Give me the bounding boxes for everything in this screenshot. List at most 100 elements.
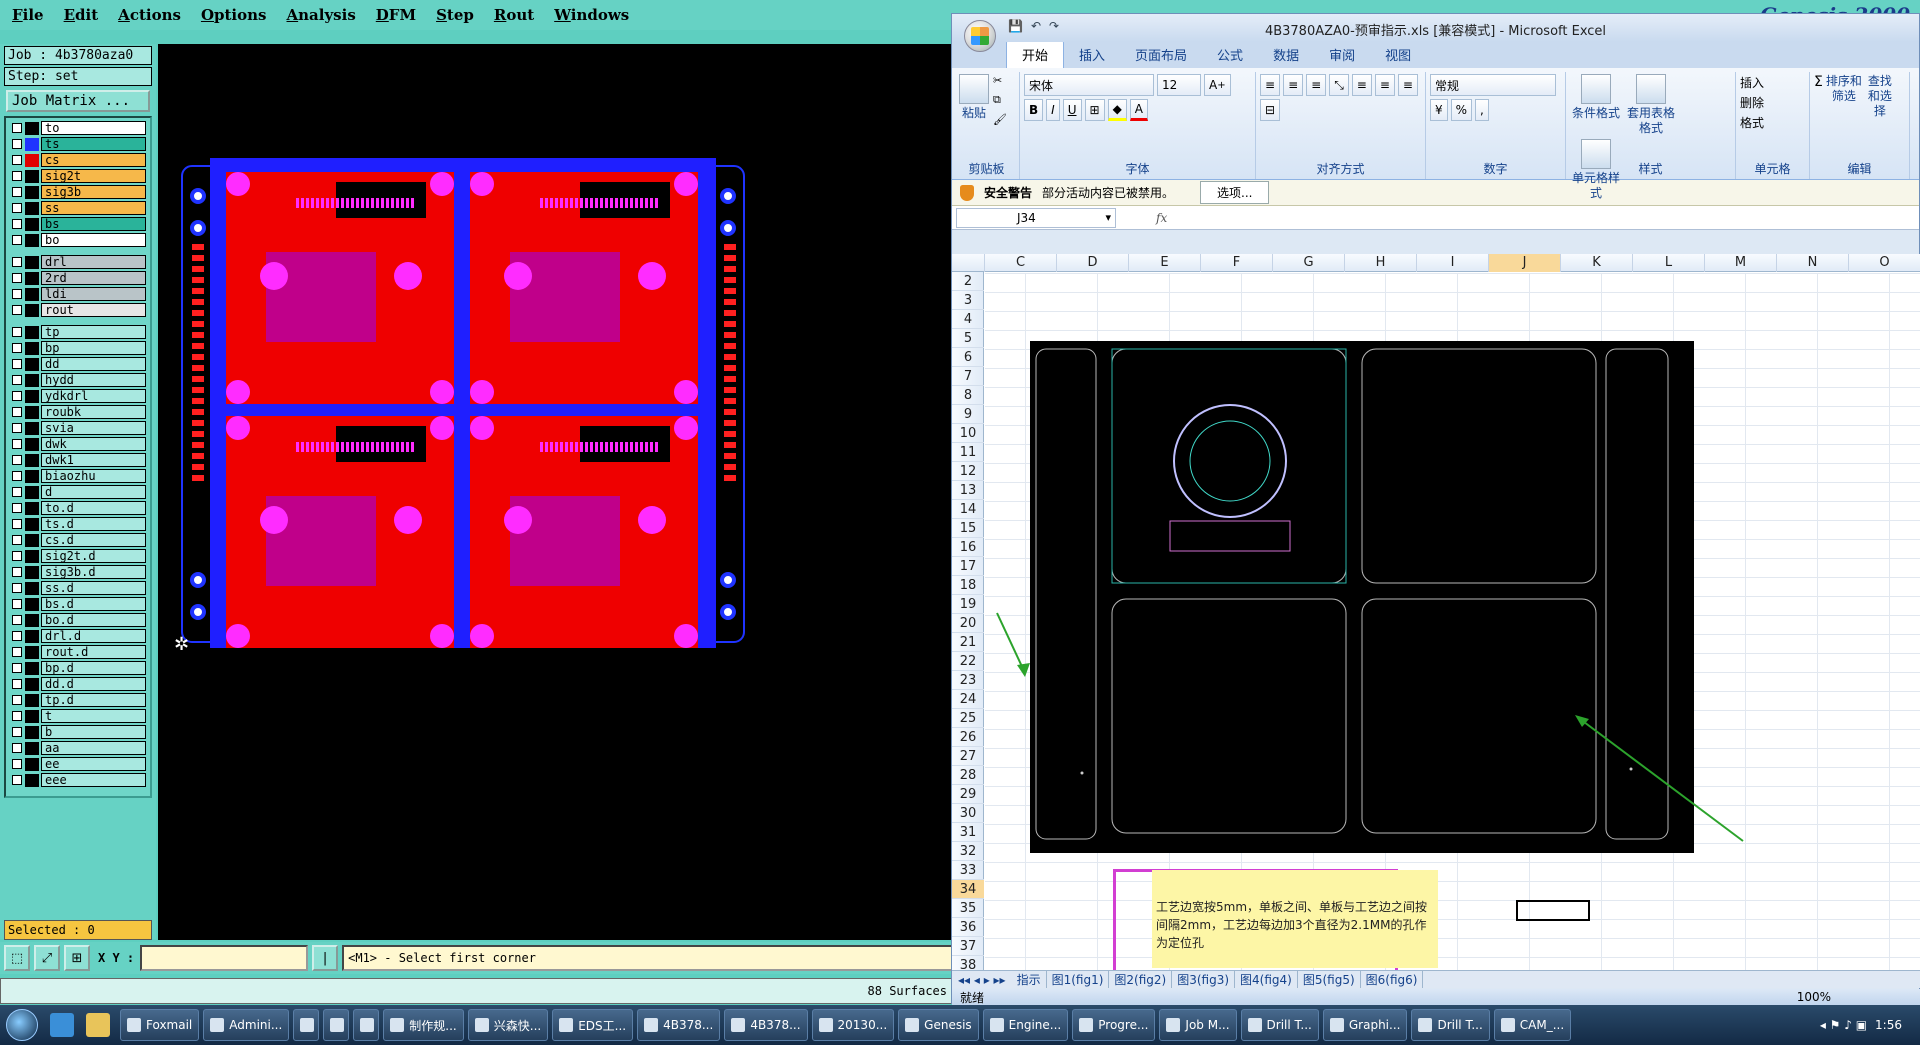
row-header[interactable]: 5 [952, 329, 984, 348]
layer-color-swatch[interactable] [25, 389, 39, 403]
layer-name[interactable]: to [41, 121, 146, 135]
layer-color-swatch[interactable] [25, 437, 39, 451]
menu-step[interactable]: Step [436, 6, 474, 24]
layer-checkbox[interactable] [12, 359, 22, 369]
conditional-format-button[interactable]: 条件格式 [1570, 74, 1622, 136]
layer-color-swatch[interactable] [25, 341, 39, 355]
align-middle-icon[interactable]: ≡ [1283, 74, 1304, 96]
sheet-tab-3[interactable]: 图2(fig2) [1109, 971, 1173, 988]
tab-data[interactable]: 数据 [1258, 41, 1314, 68]
layer-color-swatch[interactable] [25, 693, 39, 707]
layer-row[interactable]: cs.d [8, 532, 148, 548]
layer-color-swatch[interactable] [25, 741, 39, 755]
layer-name[interactable]: bs.d [41, 597, 146, 611]
layer-checkbox[interactable] [12, 487, 22, 497]
layer-name[interactable]: rout.d [41, 645, 146, 659]
underline-button[interactable]: U [1062, 99, 1082, 121]
layer-row[interactable]: roubk [8, 404, 148, 420]
align-top-icon[interactable]: ≡ [1260, 74, 1281, 96]
layer-color-swatch[interactable] [25, 169, 39, 183]
layer-color-swatch[interactable] [25, 121, 39, 135]
sheet-nav-icon[interactable]: ◂◂ ◂ ▸ ▸▸ [952, 973, 1012, 987]
orientation-icon[interactable]: ⤡ [1329, 74, 1349, 96]
layer-name[interactable]: rout [41, 303, 146, 317]
layer-name[interactable]: ts [41, 137, 146, 151]
layer-checkbox[interactable] [12, 139, 22, 149]
row-header[interactable]: 14 [952, 500, 984, 519]
layer-name[interactable]: 2rd [41, 271, 146, 285]
layer-name[interactable]: dd [41, 357, 146, 371]
currency-icon[interactable]: ¥ [1430, 99, 1448, 121]
delete-cells-button[interactable]: 删除 [1740, 94, 1764, 111]
layer-row[interactable]: tp.d [8, 692, 148, 708]
taskbar-button[interactable]: Drill T... [1240, 1009, 1319, 1041]
layer-name[interactable]: dd.d [41, 677, 146, 691]
layer-name[interactable]: bo.d [41, 613, 146, 627]
layer-checkbox[interactable] [12, 615, 22, 625]
layer-color-swatch[interactable] [25, 709, 39, 723]
layer-checkbox[interactable] [12, 743, 22, 753]
layer-name[interactable]: dwk1 [41, 453, 146, 467]
layer-color-swatch[interactable] [25, 533, 39, 547]
layer-color-swatch[interactable] [25, 517, 39, 531]
layer-row[interactable]: t [8, 708, 148, 724]
layer-color-swatch[interactable] [25, 357, 39, 371]
row-header[interactable]: 38 [952, 956, 984, 970]
grid-icon[interactable]: ⊞ [64, 945, 90, 971]
row-header[interactable]: 4 [952, 310, 984, 329]
menu-analysis[interactable]: Analysis [287, 6, 356, 24]
snap-icon[interactable]: | [312, 945, 339, 971]
layer-name[interactable]: sig3b [41, 185, 146, 199]
layer-row[interactable]: ss.d [8, 580, 148, 596]
layer-color-swatch[interactable] [25, 757, 39, 771]
column-header[interactable]: D [1057, 254, 1129, 272]
font-color-icon[interactable]: A [1129, 99, 1149, 121]
menu-windows[interactable]: Windows [554, 6, 629, 24]
layer-row[interactable]: b [8, 724, 148, 740]
layer-name[interactable]: bo [41, 233, 146, 247]
row-header[interactable]: 26 [952, 728, 984, 747]
layer-color-swatch[interactable] [25, 405, 39, 419]
layer-name[interactable]: sig2t.d [41, 549, 146, 563]
layer-checkbox[interactable] [12, 727, 22, 737]
row-header[interactable]: 6 [952, 348, 984, 367]
row-header[interactable]: 3 [952, 291, 984, 310]
fx-icon[interactable]: fx [1156, 211, 1167, 225]
column-header[interactable]: E [1129, 254, 1201, 272]
row-header[interactable]: 36 [952, 918, 984, 937]
start-button[interactable] [0, 1005, 44, 1045]
layer-row[interactable]: hydd [8, 372, 148, 388]
taskbar-button[interactable]: Progre... [1072, 1009, 1156, 1041]
layer-color-swatch[interactable] [25, 485, 39, 499]
row-header[interactable]: 35 [952, 899, 984, 918]
explorer-icon[interactable] [86, 1013, 110, 1037]
layer-checkbox[interactable] [12, 203, 22, 213]
row-header[interactable]: 29 [952, 785, 984, 804]
layer-checkbox[interactable] [12, 375, 22, 385]
layer-checkbox[interactable] [12, 471, 22, 481]
layer-row[interactable]: ydkdrl [8, 388, 148, 404]
layer-checkbox[interactable] [12, 123, 22, 133]
layer-color-swatch[interactable] [25, 661, 39, 675]
layer-name[interactable]: bp.d [41, 661, 146, 675]
layer-row[interactable]: bs [8, 216, 148, 232]
layer-name[interactable]: eee [41, 773, 146, 787]
column-header[interactable]: H [1345, 254, 1417, 272]
menu-actions[interactable]: Actions [118, 6, 181, 24]
layer-checkbox[interactable] [12, 711, 22, 721]
format-painter-icon[interactable]: 🖌 [993, 113, 1007, 126]
layer-checkbox[interactable] [12, 289, 22, 299]
layer-color-swatch[interactable] [25, 217, 39, 231]
layer-color-swatch[interactable] [25, 373, 39, 387]
sheet-tab-4[interactable]: 图3(fig3) [1172, 971, 1236, 988]
layer-color-swatch[interactable] [25, 725, 39, 739]
number-format-select[interactable]: 常规 [1430, 74, 1556, 96]
select-all-corner[interactable] [952, 254, 985, 272]
taskbar-button[interactable]: 4B378... [637, 1009, 721, 1041]
layer-row[interactable]: ts.d [8, 516, 148, 532]
sheet-tab-6[interactable]: 图5(fig5) [1298, 971, 1361, 988]
sheet-tab-5[interactable]: 图4(fig4) [1235, 971, 1298, 988]
border-icon[interactable]: ⊞ [1084, 99, 1105, 121]
layer-checkbox[interactable] [12, 327, 22, 337]
layer-row[interactable]: ts [8, 136, 148, 152]
